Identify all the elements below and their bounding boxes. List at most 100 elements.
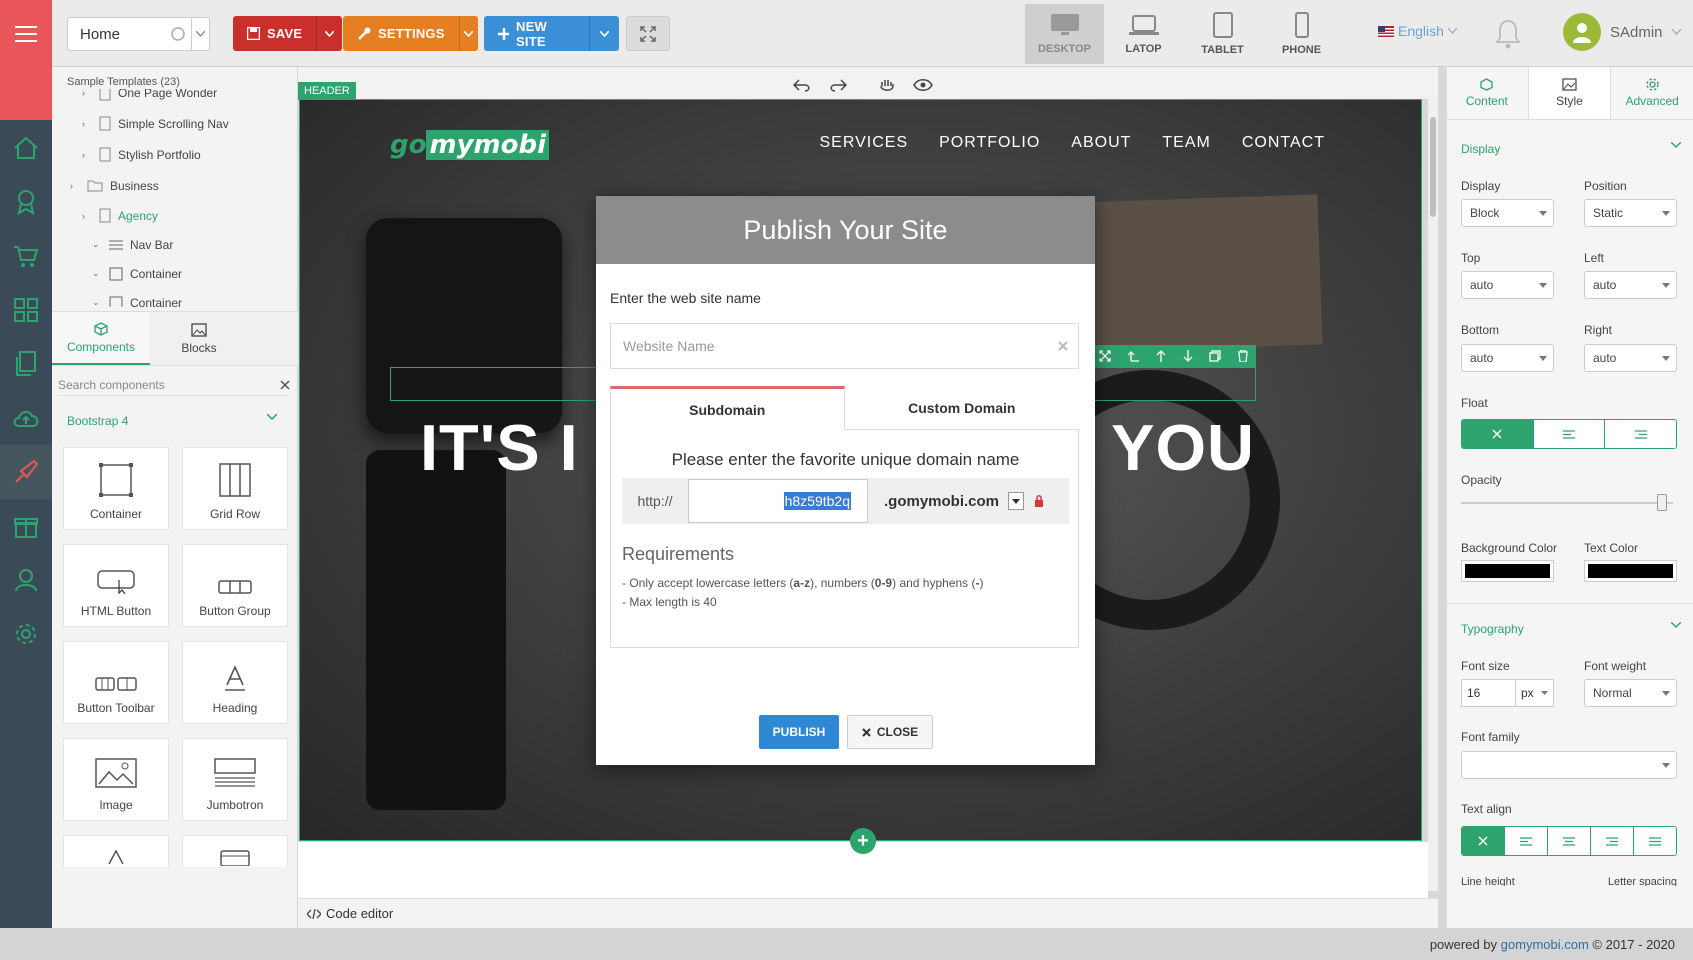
rail-home[interactable]: [0, 121, 52, 175]
tab-components[interactable]: Components: [52, 312, 150, 365]
settings-button[interactable]: SETTINGS: [343, 16, 478, 51]
clear-icon[interactable]: [1058, 341, 1068, 351]
site-name-input[interactable]: Website Name: [623, 338, 715, 354]
component-group-header[interactable]: Bootstrap 4: [67, 414, 277, 428]
tree-item[interactable]: › Simple Scrolling Nav: [64, 108, 294, 139]
settings-dropdown-toggle[interactable]: [458, 16, 478, 51]
save-dropdown-toggle[interactable]: [316, 16, 342, 51]
tree-item[interactable]: ⌄ Container: [64, 259, 294, 288]
expand-icon[interactable]: [1099, 350, 1111, 362]
tree-item[interactable]: › One Page Wonder: [64, 89, 294, 108]
tab-blocks[interactable]: Blocks: [150, 312, 248, 365]
component-card[interactable]: HTML Button: [63, 544, 169, 627]
suffix-dropdown[interactable]: [1008, 492, 1024, 510]
opacity-slider-thumb[interactable]: [1657, 494, 1667, 511]
fullscreen-button[interactable]: [626, 16, 670, 51]
footer-link[interactable]: gomymobi.com: [1501, 937, 1589, 952]
tab-subdomain[interactable]: Subdomain: [610, 386, 845, 430]
refresh-icon[interactable]: [165, 26, 191, 42]
display-select[interactable]: Block: [1461, 199, 1554, 227]
component-search[interactable]: Search components: [58, 374, 290, 396]
menu-toggle-button[interactable]: [0, 0, 52, 67]
device-desktop[interactable]: DESKTOP: [1025, 4, 1104, 64]
component-card[interactable]: [63, 835, 169, 867]
tab-style[interactable]: Style: [1527, 67, 1612, 119]
left-select[interactable]: auto: [1584, 271, 1677, 299]
new-site-button[interactable]: NEW SITE: [484, 16, 619, 51]
trash-icon[interactable]: [1237, 350, 1248, 362]
device-phone[interactable]: PHONE: [1262, 4, 1341, 64]
display-section-header[interactable]: Display: [1461, 142, 1681, 156]
text-align-center-button[interactable]: [1548, 827, 1591, 855]
add-section-button[interactable]: +: [850, 828, 876, 854]
component-card[interactable]: Button Toolbar: [63, 641, 169, 724]
user-menu[interactable]: SAdmin: [1563, 13, 1681, 51]
tab-custom-domain[interactable]: Custom Domain: [844, 386, 1079, 430]
redo-icon[interactable]: [829, 78, 847, 92]
text-align-right-button[interactable]: [1591, 827, 1634, 855]
nav-item-services[interactable]: SERVICES: [819, 134, 908, 152]
hand-icon[interactable]: [879, 78, 895, 92]
rail-awards[interactable]: [0, 175, 52, 229]
rail-apps[interactable]: [0, 283, 52, 337]
bottom-select[interactable]: auto: [1461, 344, 1554, 372]
tree-item[interactable]: ⌄ Nav Bar: [64, 230, 294, 259]
tab-content[interactable]: Content: [1446, 67, 1528, 119]
language-select[interactable]: English: [1378, 23, 1457, 39]
close-icon[interactable]: [280, 379, 290, 390]
subdomain-input[interactable]: h8z59tb2q: [688, 479, 868, 523]
scrollbar-thumb[interactable]: [1430, 117, 1436, 217]
rail-shop[interactable]: [0, 229, 52, 283]
rail-gifts[interactable]: [0, 499, 52, 553]
float-none-button[interactable]: [1462, 420, 1534, 448]
nav-item-about[interactable]: ABOUT: [1071, 134, 1131, 152]
float-left-button[interactable]: [1533, 420, 1606, 448]
notifications-button[interactable]: [1494, 18, 1522, 50]
tab-advanced[interactable]: Advanced: [1611, 67, 1693, 119]
tree-item-active[interactable]: › Agency: [64, 201, 294, 230]
text-color-picker[interactable]: [1584, 560, 1677, 582]
copy-icon[interactable]: [1209, 350, 1221, 362]
arrow-up-icon[interactable]: [1156, 350, 1166, 362]
tree-item[interactable]: ⌄ Container: [64, 288, 294, 307]
font-family-select[interactable]: [1461, 751, 1677, 779]
opacity-slider-track[interactable]: [1461, 502, 1673, 504]
component-card[interactable]: Container: [63, 447, 169, 530]
text-align-justify-button[interactable]: [1634, 827, 1676, 855]
nav-item-team[interactable]: TEAM: [1162, 134, 1210, 152]
site-logo[interactable]: go mymobi: [390, 130, 550, 160]
canvas-scrollbar[interactable]: [1428, 99, 1438, 891]
nav-item-contact[interactable]: CONTACT: [1242, 134, 1325, 152]
rail-design[interactable]: [0, 445, 52, 499]
rail-users[interactable]: [0, 553, 52, 607]
component-card[interactable]: Button Group: [182, 544, 288, 627]
font-size-unit-select[interactable]: px: [1516, 679, 1554, 707]
component-card[interactable]: [182, 835, 288, 867]
text-align-none-button[interactable]: [1462, 827, 1505, 855]
right-select[interactable]: auto: [1584, 344, 1677, 372]
bg-color-picker[interactable]: [1461, 560, 1554, 582]
save-button[interactable]: SAVE: [233, 16, 342, 51]
publish-button[interactable]: PUBLISH: [759, 715, 839, 749]
float-right-button[interactable]: [1605, 420, 1676, 448]
nav-item-portfolio[interactable]: PORTFOLIO: [939, 134, 1040, 152]
font-weight-select[interactable]: Normal: [1584, 679, 1677, 707]
device-laptop[interactable]: LATOP: [1104, 4, 1183, 64]
component-card[interactable]: Image: [63, 738, 169, 821]
rail-cloud[interactable]: [0, 391, 52, 445]
arrow-down-icon[interactable]: [1183, 350, 1193, 362]
tree-item[interactable]: › Business: [64, 170, 294, 201]
component-card[interactable]: Heading: [182, 641, 288, 724]
code-editor-toggle[interactable]: Code editor: [298, 898, 1438, 928]
new-site-dropdown-toggle[interactable]: [589, 16, 619, 51]
position-select[interactable]: Static: [1584, 199, 1677, 227]
undo-icon[interactable]: [793, 78, 811, 92]
chevron-down-icon[interactable]: [191, 18, 209, 50]
tree-item[interactable]: › Stylish Portfolio: [64, 139, 294, 170]
page-select[interactable]: Home: [67, 17, 210, 51]
eye-icon[interactable]: [913, 78, 933, 92]
font-size-input[interactable]: 16: [1461, 679, 1516, 707]
component-card[interactable]: Grid Row: [182, 447, 288, 530]
site-name-field[interactable]: Website Name: [610, 323, 1079, 369]
close-button[interactable]: CLOSE: [847, 715, 933, 749]
